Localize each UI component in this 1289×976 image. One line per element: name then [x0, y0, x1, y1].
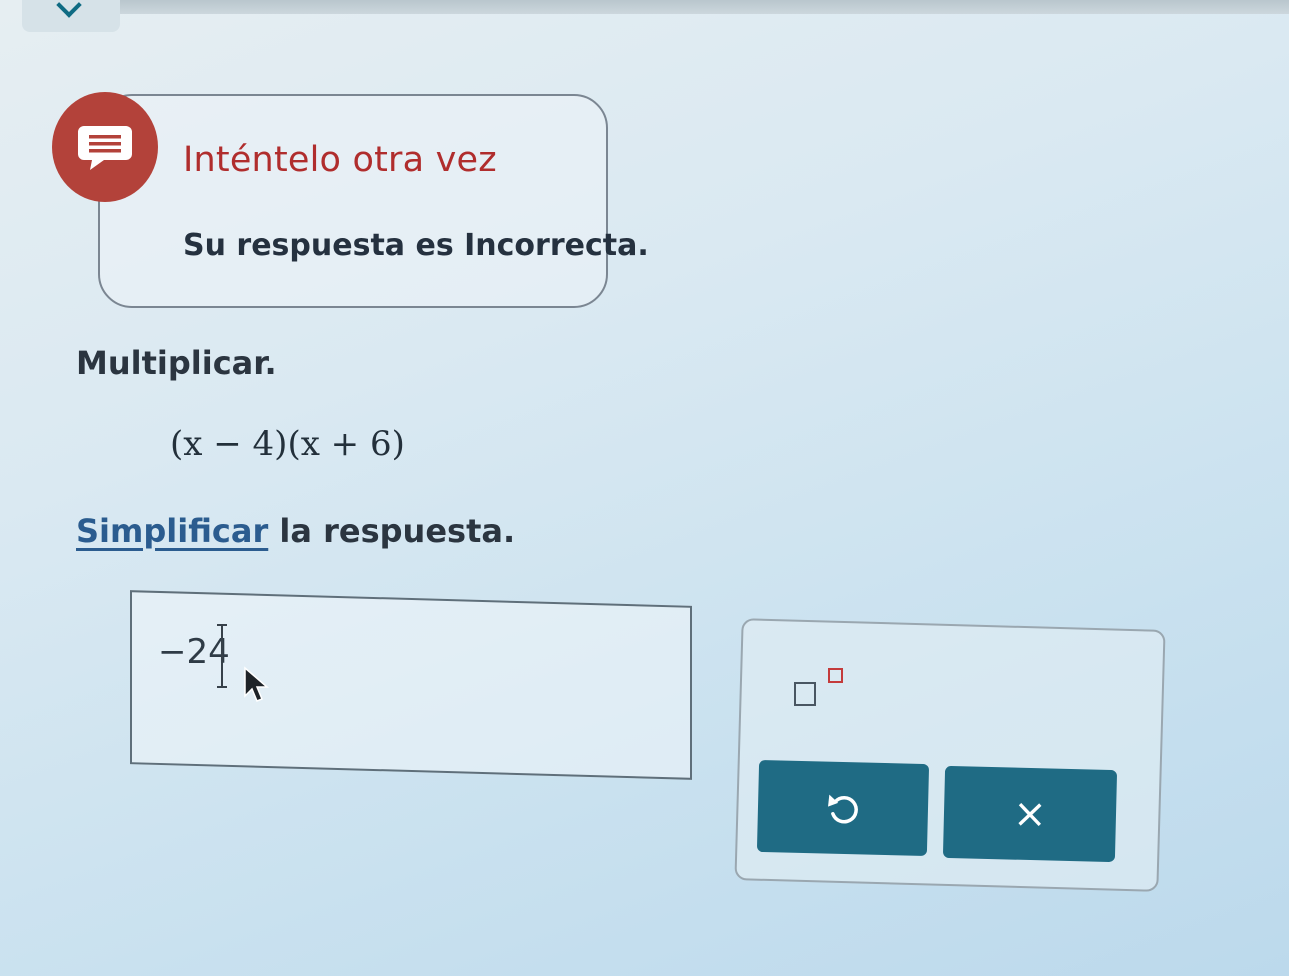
undo-icon: [828, 794, 858, 824]
feedback-title: Inténtelo otra vez: [183, 140, 497, 180]
answer-input[interactable]: [130, 590, 692, 780]
feedback-box: [98, 94, 608, 308]
text-cursor: [217, 624, 227, 688]
clear-button[interactable]: ×: [942, 765, 1118, 863]
mouse-pointer-icon: [243, 666, 273, 710]
simplify-link[interactable]: Simplificar: [76, 512, 268, 550]
problem-directions: Simplificar la respuesta.: [76, 512, 515, 550]
exponent-button[interactable]: [790, 662, 854, 712]
directions-text: la respuesta.: [268, 512, 516, 550]
top-toolbar: [120, 0, 1289, 14]
exponent-power-box: [828, 668, 843, 683]
clear-icon: ×: [1012, 790, 1048, 838]
problem-expression: (x − 4)(x + 6): [170, 424, 405, 464]
feedback-message: Su respuesta es Incorrecta.: [183, 228, 649, 263]
undo-button[interactable]: [756, 759, 930, 857]
problem-instruction: Multiplicar.: [76, 344, 277, 382]
collapse-chevron-button[interactable]: [22, 0, 120, 32]
answer-value: −24: [158, 632, 230, 672]
exponent-base-box: [794, 682, 816, 706]
chat-bubble-icon: [52, 92, 158, 202]
